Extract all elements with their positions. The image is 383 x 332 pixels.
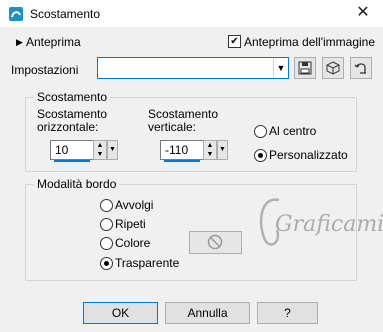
- custom-radio[interactable]: [254, 149, 267, 162]
- wrap-radio-label[interactable]: Avvolgi: [115, 198, 153, 212]
- save-preset-button[interactable]: [294, 57, 316, 79]
- transparent-radio[interactable]: [100, 257, 113, 270]
- wrap-radio[interactable]: [100, 199, 113, 212]
- reset-preset-button[interactable]: [322, 57, 344, 79]
- app-logo-icon: [9, 7, 23, 21]
- vertical-offset-label: Scostamento verticale:: [148, 107, 219, 134]
- preview-image-checkbox[interactable]: ✔: [228, 35, 241, 48]
- undo-hand-icon: [354, 63, 366, 74]
- color-swatch-button[interactable]: [189, 231, 242, 254]
- transparent-radio-label[interactable]: Trasparente: [115, 256, 179, 270]
- preview-toggle-label[interactable]: Anteprima: [26, 35, 81, 49]
- disabled-icon: [207, 234, 223, 250]
- repeat-radio[interactable]: [100, 218, 113, 231]
- vertical-offset-dropdown[interactable]: ▼: [217, 140, 228, 160]
- offset-group-title: Scostamento: [34, 90, 111, 104]
- manage-presets-button[interactable]: [350, 57, 372, 79]
- edge-mode-group-title: Modalità bordo: [34, 177, 120, 191]
- center-radio-label[interactable]: Al centro: [269, 124, 316, 138]
- horizontal-offset-label: Scostamento orizzontale:: [37, 107, 108, 134]
- center-radio[interactable]: [254, 125, 267, 138]
- horizontal-offset-dropdown[interactable]: ▼: [107, 140, 118, 160]
- watermark-text: Graficamia: [275, 212, 383, 237]
- expand-arrow-icon[interactable]: ▶: [16, 37, 23, 48]
- watermark-logo: Graficamia: [255, 190, 383, 260]
- cube-icon: [326, 61, 340, 75]
- chevron-down-icon[interactable]: ▼: [273, 58, 288, 78]
- help-button[interactable]: ?: [257, 302, 318, 324]
- ok-button[interactable]: OK: [83, 302, 158, 324]
- custom-radio-label[interactable]: Personalizzato: [269, 148, 348, 162]
- presets-dropdown[interactable]: ▼: [97, 57, 289, 79]
- color-radio[interactable]: [100, 237, 113, 250]
- vertical-offset-input[interactable]: -110: [160, 140, 204, 162]
- close-button[interactable]: ✕: [348, 2, 378, 24]
- horizontal-offset-spinner[interactable]: ▲ ▼: [93, 140, 107, 160]
- vertical-offset-spinner[interactable]: ▲ ▼: [203, 140, 217, 160]
- horizontal-offset-input[interactable]: 10: [50, 140, 94, 162]
- window-title: Scostamento: [30, 7, 101, 21]
- save-icon: [298, 61, 312, 75]
- color-radio-label[interactable]: Colore: [115, 236, 150, 250]
- cancel-button[interactable]: Annulla: [165, 302, 250, 324]
- presets-label: Impostazioni: [11, 63, 79, 77]
- preview-image-label: Anteprima dell'immagine: [244, 35, 376, 49]
- repeat-radio-label[interactable]: Ripeti: [115, 217, 146, 231]
